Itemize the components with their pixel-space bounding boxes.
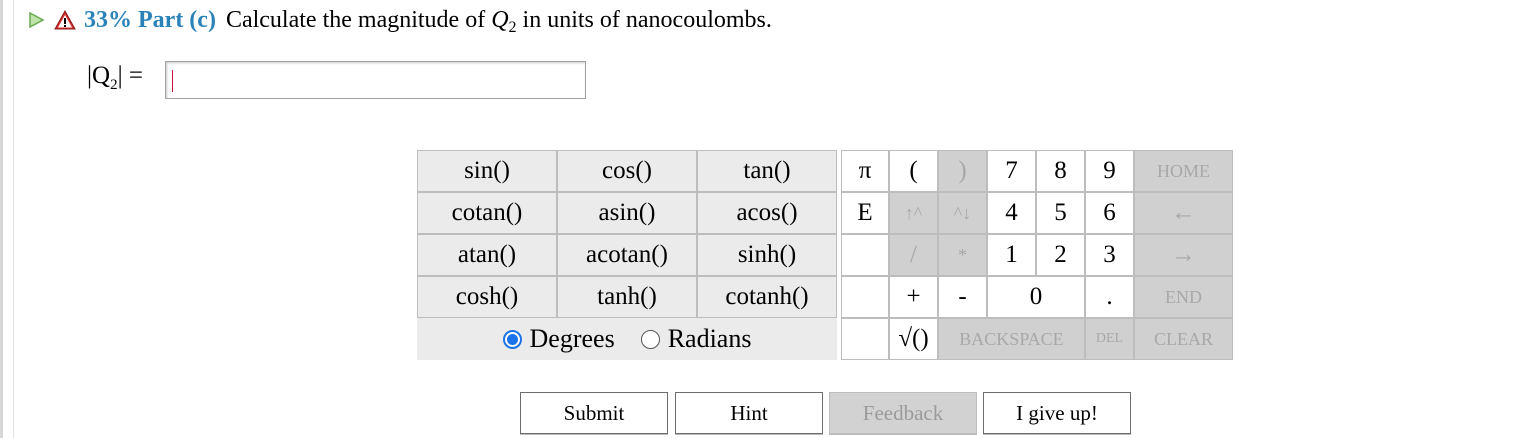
warning-icon — [54, 9, 76, 30]
radians-radio[interactable] — [640, 329, 660, 349]
key-atan[interactable]: atan() — [417, 234, 557, 276]
give-up-button[interactable]: I give up! — [983, 392, 1131, 434]
hint-button[interactable]: Hint — [675, 392, 823, 434]
key-acos[interactable]: acos() — [697, 192, 837, 234]
answer-label: |Q2| = — [87, 62, 143, 93]
angle-mode-selector: Degrees Radians — [417, 318, 837, 360]
key-sinh[interactable]: sinh() — [697, 234, 837, 276]
key-cos[interactable]: cos() — [557, 150, 697, 192]
degrees-radio[interactable] — [502, 329, 522, 349]
text-caret — [172, 70, 173, 92]
key-blank-3 — [841, 318, 889, 360]
key-sqrt[interactable]: √() — [889, 318, 938, 360]
key-blank-1 — [841, 234, 889, 276]
key-2[interactable]: 2 — [1036, 234, 1085, 276]
key-multiply[interactable]: * — [938, 234, 987, 276]
key-acotan[interactable]: acotan() — [557, 234, 697, 276]
key-close-paren[interactable]: ) — [938, 150, 987, 192]
question-header: 33% Part (c) Calculate the magnitude of … — [26, 4, 772, 36]
key-e[interactable]: E — [841, 192, 889, 234]
key-cotanh[interactable]: cotanh() — [697, 276, 837, 318]
key-pi[interactable]: π — [841, 150, 889, 192]
key-blank-2 — [841, 276, 889, 318]
key-down-arrow[interactable]: ^↓ — [938, 192, 987, 234]
key-dot[interactable]: . — [1085, 276, 1134, 318]
key-8[interactable]: 8 — [1036, 150, 1085, 192]
key-tanh[interactable]: tanh() — [557, 276, 697, 318]
degrees-label[interactable]: Degrees — [530, 324, 615, 354]
question-text: Calculate the magnitude of Q2 in units o… — [225, 6, 772, 36]
play-icon[interactable] — [26, 10, 46, 30]
key-del[interactable]: DEL — [1085, 318, 1134, 360]
radians-label[interactable]: Radians — [668, 324, 752, 354]
key-1[interactable]: 1 — [987, 234, 1036, 276]
key-right-arrow[interactable]: → — [1134, 234, 1233, 276]
feedback-button[interactable]: Feedback — [829, 392, 977, 434]
key-tan[interactable]: tan() — [697, 150, 837, 192]
key-end[interactable]: END — [1134, 276, 1233, 318]
key-cotan[interactable]: cotan() — [417, 192, 557, 234]
key-left-arrow[interactable]: ← — [1134, 192, 1233, 234]
key-9[interactable]: 9 — [1085, 150, 1134, 192]
key-asin[interactable]: asin() — [557, 192, 697, 234]
key-open-paren[interactable]: ( — [889, 150, 938, 192]
submit-button[interactable]: Submit — [520, 392, 668, 434]
key-divide[interactable]: / — [889, 234, 938, 276]
key-up-arrow[interactable]: ↑^ — [889, 192, 938, 234]
key-3[interactable]: 3 — [1085, 234, 1134, 276]
key-4[interactable]: 4 — [987, 192, 1036, 234]
key-minus[interactable]: - — [938, 276, 987, 318]
key-backspace[interactable]: BACKSPACE — [938, 318, 1085, 360]
key-cosh[interactable]: cosh() — [417, 276, 557, 318]
key-sin[interactable]: sin() — [417, 150, 557, 192]
key-7[interactable]: 7 — [987, 150, 1036, 192]
key-5[interactable]: 5 — [1036, 192, 1085, 234]
key-home[interactable]: HOME — [1134, 150, 1233, 192]
key-0[interactable]: 0 — [987, 276, 1085, 318]
page-left-rule — [13, 0, 14, 438]
key-6[interactable]: 6 — [1085, 192, 1134, 234]
page-left-border — [0, 0, 3, 438]
key-clear[interactable]: CLEAR — [1134, 318, 1233, 360]
part-label: Part (c) — [138, 6, 216, 33]
progress-percent: 33% — [84, 6, 132, 33]
key-plus[interactable]: + — [889, 276, 938, 318]
answer-input[interactable] — [165, 61, 586, 99]
